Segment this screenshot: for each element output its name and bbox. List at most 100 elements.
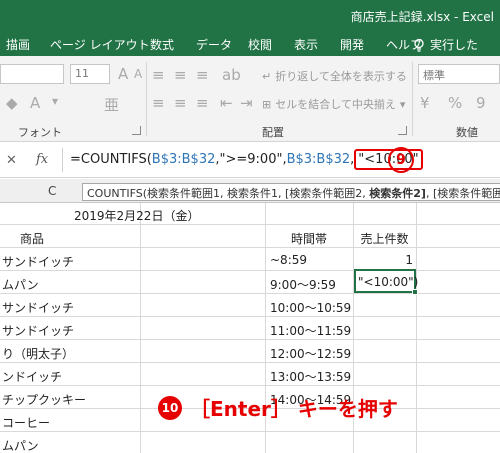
product-cell[interactable]: サンドイッチ	[2, 253, 74, 270]
grid-line	[0, 270, 500, 271]
tab-developer[interactable]: 開発	[340, 36, 364, 53]
formula-criteria-1: ,">=9:00",	[215, 152, 287, 167]
dialog-launcher-icon[interactable]	[132, 126, 141, 135]
tab-formulas[interactable]: 数式	[150, 36, 174, 53]
number-format-value: 標準	[423, 69, 445, 82]
grid-line	[0, 385, 500, 386]
font-size-input[interactable]: 11	[70, 64, 110, 84]
tooltip-current-arg: 検索条件2]	[369, 187, 426, 200]
decrease-font-icon[interactable]: A	[134, 67, 142, 81]
tell-me-label: 実行した	[430, 38, 479, 52]
time-slot-cell[interactable]: 12:00～12:59	[270, 345, 351, 362]
group-divider	[146, 62, 147, 136]
percent-icon[interactable]: %	[448, 94, 462, 112]
date-cell[interactable]: 2019年2月22日（金）	[74, 207, 199, 224]
header-time[interactable]: 時間帯	[265, 230, 353, 247]
product-cell[interactable]: サンドイッチ	[2, 299, 74, 316]
wrap-text-button[interactable]: ↵ 折り返して全体を表示する	[262, 68, 407, 84]
step-10-badge: 10	[158, 395, 182, 420]
decrease-indent-icon[interactable]: ⇤	[220, 94, 233, 112]
group-label-number: 数値	[456, 126, 478, 139]
align-middle-icon[interactable]: ≡	[174, 66, 187, 84]
merge-center-label: セルを結合して中央揃え	[275, 98, 396, 111]
column-header-c[interactable]: C	[48, 184, 56, 198]
align-top-icon[interactable]: ≡	[152, 66, 165, 84]
product-cell[interactable]: ンドイッチ	[2, 368, 62, 385]
grid-line	[0, 339, 500, 340]
function-arguments-tooltip: COUNTIFS(検索条件範囲1, 検索条件1, [検索条件範囲2, 検索条件2…	[82, 183, 500, 201]
formula-prefix: =COUNTIFS(	[70, 152, 152, 167]
font-color-icon[interactable]: A	[30, 94, 40, 112]
cancel-icon[interactable]: ✕	[6, 153, 17, 168]
tab-draw[interactable]: 描画	[6, 36, 30, 53]
fill-handle[interactable]	[412, 289, 418, 295]
grid-line	[0, 316, 500, 317]
tooltip-text-rest: , [検索条件範囲3, ...	[425, 187, 500, 200]
step-10-annotation: 10 ［Enter］ キーを押す	[158, 393, 398, 422]
formula-range-1: B$3:B$32	[151, 152, 216, 167]
tab-page-layout[interactable]: ページ レイアウト	[50, 36, 150, 53]
align-center-icon[interactable]: ≡	[174, 94, 187, 112]
merge-center-button[interactable]: ⊞ セルを結合して中央揃え ▾	[262, 96, 405, 112]
time-slot-cell[interactable]: 13:00～13:59	[270, 368, 351, 385]
time-slot-cell[interactable]: ~8:59	[270, 253, 307, 267]
tooltip-text: COUNTIFS(検索条件範囲1, 検索条件1, [検索条件範囲2,	[87, 187, 370, 200]
fill-color-icon[interactable]: ◆	[6, 94, 18, 112]
time-slot-cell[interactable]: 11:00～11:59	[270, 322, 351, 339]
active-cell-text: "<10:00")	[358, 275, 419, 289]
step-10-text: ［Enter］ キーを押す	[190, 397, 398, 421]
grid-line	[0, 293, 500, 294]
group-label-alignment: 配置	[262, 126, 284, 139]
product-cell[interactable]: チップクッキー	[2, 391, 86, 408]
formula-input[interactable]: =COUNTIFS(B$3:B$32,">=9:00",B$3:B$32, "<1…	[70, 149, 423, 170]
lightbulb-icon	[414, 38, 424, 52]
tab-review[interactable]: 校閲	[248, 36, 272, 53]
grid-line	[0, 224, 500, 225]
product-cell[interactable]: コーヒー	[2, 414, 50, 431]
formula-bar-divider	[62, 148, 63, 172]
merge-cells-icon: ⊞	[262, 97, 272, 111]
grid-line	[0, 362, 500, 363]
active-cell-editor[interactable]: "<10:00")	[354, 269, 419, 295]
tell-me-search[interactable]: 実行した	[412, 36, 478, 53]
step-9-badge: 9	[388, 147, 414, 173]
increase-font-icon[interactable]: A	[118, 65, 128, 83]
tab-data[interactable]: データ	[196, 36, 232, 53]
grid-line	[0, 247, 500, 248]
formula-range-2: B$3:B$32	[286, 152, 351, 167]
header-count[interactable]: 売上件数	[353, 230, 416, 247]
chevron-down-icon: ▾	[399, 97, 406, 111]
header-product[interactable]: 商品	[20, 230, 44, 247]
product-cell[interactable]: ムパン	[2, 276, 39, 293]
time-slot-cell[interactable]: 10:00～10:59	[270, 299, 351, 316]
orientation-icon[interactable]: ab	[222, 66, 241, 84]
product-cell[interactable]: り（明太子）	[2, 345, 74, 362]
grid-line	[416, 203, 417, 453]
tab-view[interactable]: 表示	[294, 36, 318, 53]
insert-function-icon[interactable]: fx	[36, 152, 48, 167]
currency-icon[interactable]: ¥	[420, 94, 430, 112]
align-right-icon[interactable]: ≡	[196, 94, 209, 112]
ribbon-tabs: 描画 ページ レイアウト 数式 データ 校閲 表示 開発 ヘルプ 実行した	[0, 30, 500, 56]
time-slot-cell[interactable]: 9:00～9:59	[270, 276, 336, 293]
wrap-text-label: 折り返して全体を表示する	[275, 70, 407, 83]
group-label-font: フォント	[18, 126, 62, 139]
align-bottom-icon[interactable]: ≡	[196, 66, 209, 84]
align-left-icon[interactable]: ≡	[152, 94, 165, 112]
product-cell[interactable]: ムパン	[2, 437, 39, 453]
grid-line	[0, 431, 500, 432]
group-divider	[412, 62, 413, 136]
font-name-input[interactable]	[0, 64, 64, 84]
chevron-down-icon[interactable]: ▾	[52, 94, 58, 108]
comma-style-icon[interactable]: 9	[476, 94, 486, 112]
increase-indent-icon[interactable]: ⇥	[240, 94, 253, 112]
dialog-launcher-icon[interactable]	[398, 126, 407, 135]
phonetic-icon[interactable]: 亜	[104, 94, 119, 115]
window-title: 商店売上記録.xlsx - Excel	[350, 10, 494, 24]
title-bar: 商店売上記録.xlsx - Excel	[0, 0, 500, 30]
formula-bar: ✕ fx =COUNTIFS(B$3:B$32,">=9:00",B$3:B$3…	[0, 142, 500, 178]
product-cell[interactable]: サンドイッチ	[2, 322, 74, 339]
count-cell[interactable]: 1	[353, 253, 413, 267]
number-format-select[interactable]: 標準	[418, 64, 500, 84]
ribbon: 11 A A ◆ A ▾ 亜 ≡ ≡ ≡ ab ≡ ≡ ≡ ⇤ ⇥ ↵ 折り返し…	[0, 56, 500, 142]
